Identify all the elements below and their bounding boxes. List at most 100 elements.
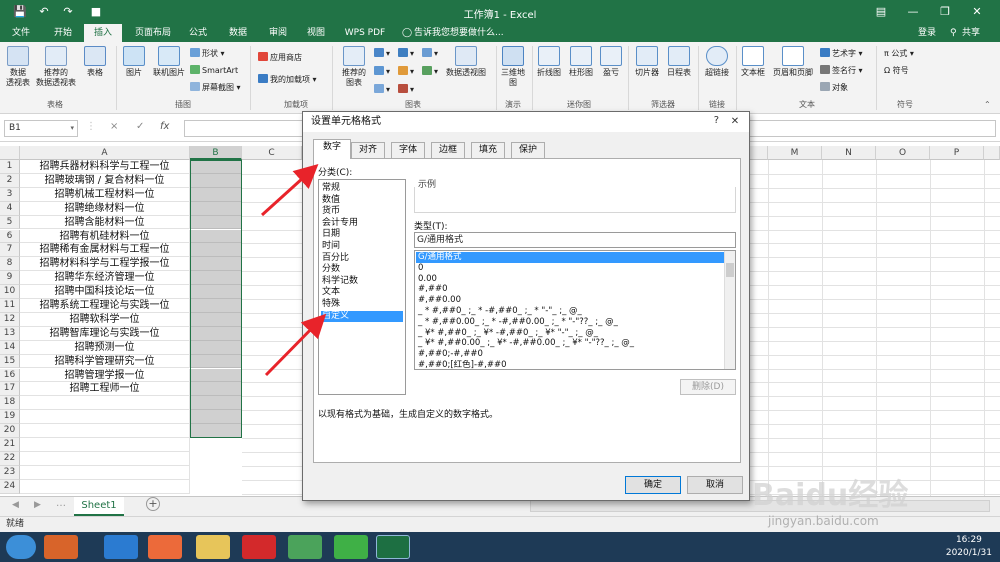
name-box[interactable]: B1 ▾ (4, 120, 78, 137)
tab-alignment[interactable]: 对齐 (351, 142, 385, 158)
type-item[interactable]: #,##0.00 (416, 295, 724, 306)
category-item[interactable]: 常规 (321, 183, 403, 195)
row-header[interactable]: 3 (0, 187, 20, 202)
cell-a[interactable]: 招聘系统工程理论与实践一位 (20, 299, 190, 313)
sogou-icon[interactable] (104, 535, 138, 559)
waterfall-chart-icon[interactable]: ▾ (422, 66, 438, 77)
browser-icon[interactable] (148, 535, 182, 559)
cell-a[interactable]: 招聘软科学一位 (20, 312, 190, 327)
category-item[interactable]: 数值 (321, 195, 403, 207)
app-green-icon[interactable] (288, 535, 322, 559)
online-picture-button[interactable]: 联机图片 (150, 46, 188, 78)
cell-b[interactable] (190, 201, 242, 216)
slicer-button[interactable]: 切片器 (632, 46, 662, 78)
tab-formulas[interactable]: 公式 (182, 24, 214, 42)
cell-b[interactable] (190, 187, 242, 202)
cell-a[interactable]: 招聘玻璃钢 / 复合材料一位 (20, 173, 190, 188)
category-list[interactable]: 常规 数值 货币 会计专用 日期 时间 百分比 分数 科学记数 文本 特殊 自定义 (318, 179, 406, 395)
sparkline-column-button[interactable]: 柱形图 (566, 46, 596, 78)
cell-a[interactable]: 招聘华东经济管理一位 (20, 271, 190, 286)
timeline-button[interactable]: 日程表 (664, 46, 694, 78)
cell-a[interactable] (20, 424, 190, 438)
enter-icon[interactable]: ✓ (136, 121, 144, 132)
add-sheet-icon[interactable]: + (146, 497, 160, 511)
store-button[interactable]: 应用商店 (258, 52, 302, 63)
scatter-chart-icon[interactable]: ▾ (374, 84, 390, 95)
screenshot-button[interactable]: 屏幕截图 ▾ (190, 82, 241, 93)
youdao-icon[interactable] (242, 535, 276, 559)
recommended-charts-button[interactable]: 推荐的 图表 (336, 46, 372, 88)
cell-b[interactable] (190, 160, 242, 174)
cell-a[interactable] (20, 410, 190, 425)
row-header[interactable]: 16 (0, 368, 20, 383)
share-button[interactable]: 共享 (962, 24, 980, 42)
shapes-button[interactable]: 形状 ▾ (190, 48, 225, 59)
tab-wps-pdf[interactable]: WPS PDF (340, 24, 390, 42)
type-item[interactable]: 0 (416, 263, 724, 274)
row-header[interactable]: 19 (0, 410, 20, 425)
row-header[interactable]: 2 (0, 173, 20, 188)
row-header[interactable]: 14 (0, 340, 20, 355)
tab-review[interactable]: 审阅 (262, 24, 294, 42)
category-item[interactable]: 货币 (321, 206, 403, 218)
more-sheets-icon[interactable]: … (56, 498, 66, 509)
cell-a[interactable]: 招聘兵器材料科学与工程一位 (20, 160, 190, 174)
close-icon[interactable]: ✕ (962, 2, 992, 22)
category-item[interactable]: 分数 (321, 264, 403, 276)
type-list[interactable]: #,##0;[红色]-#,##0 #,##0;-#,##0 _ ¥* #,##0.0… (414, 250, 736, 370)
chevron-down-icon[interactable]: ▾ (70, 121, 74, 136)
tell-me-input[interactable]: 告诉我您想要做什么... (414, 24, 504, 42)
cell-b[interactable] (190, 410, 242, 425)
signature-line-button[interactable]: 签名行 ▾ (820, 65, 863, 76)
start-icon[interactable] (6, 535, 36, 559)
row-header[interactable]: 11 (0, 299, 20, 313)
header-footer-button[interactable]: 页眉和页脚 (770, 46, 816, 78)
cell-b[interactable] (190, 173, 242, 188)
tab-file[interactable]: 文件 (6, 24, 36, 42)
recommended-pivot-button[interactable]: 推荐的 数据透视表 (34, 46, 78, 88)
column-header[interactable]: B (190, 146, 242, 160)
category-item[interactable]: 日期 (321, 229, 403, 241)
cell-a[interactable]: 招聘管理学报一位 (20, 368, 190, 383)
dialog-close-icon[interactable]: ✕ (724, 115, 746, 129)
cell-b[interactable] (190, 424, 242, 438)
wechat-icon[interactable] (334, 535, 368, 559)
cell-a[interactable] (20, 479, 190, 494)
cell-b[interactable] (190, 368, 242, 383)
scroll-thumb[interactable] (726, 263, 734, 277)
type-list-scrollbar[interactable] (724, 251, 735, 369)
cancel-button[interactable]: 取消 (687, 476, 743, 494)
picture-button[interactable]: 图片 (120, 46, 148, 78)
row-header[interactable]: 4 (0, 201, 20, 216)
smartart-button[interactable]: SmartArt (190, 65, 238, 76)
cell-b[interactable] (190, 326, 242, 341)
type-item[interactable]: 0.00 (416, 274, 724, 285)
cancel-icon[interactable]: × (110, 121, 118, 132)
hyperlink-button[interactable]: 超链接 (702, 46, 732, 78)
sheet-tab-sheet1[interactable]: Sheet1 (74, 497, 124, 516)
wordart-button[interactable]: 艺术字 ▾ (820, 48, 863, 59)
ok-button[interactable]: 确定 (625, 476, 681, 494)
category-item[interactable]: 会计专用 (321, 218, 403, 230)
line-chart-icon[interactable]: ▾ (374, 66, 390, 77)
category-item[interactable]: 自定义 (321, 310, 403, 323)
cell-b[interactable] (190, 285, 242, 299)
row-header[interactable]: 9 (0, 271, 20, 286)
cell-a[interactable]: 招聘含能材料一位 (20, 215, 190, 230)
row-header[interactable]: 23 (0, 465, 20, 480)
cell-a[interactable]: 招聘中国科技论坛一位 (20, 285, 190, 299)
column-header[interactable]: A (20, 146, 190, 160)
scroll-left-icon[interactable]: ◀ (12, 500, 19, 510)
tab-fill[interactable]: 填充 (471, 142, 505, 158)
object-button[interactable]: 对象 (820, 82, 848, 93)
ribbon-display-icon[interactable]: ▤ (866, 2, 896, 22)
cell-a[interactable]: 招聘绝缘材料一位 (20, 201, 190, 216)
tab-home[interactable]: 开始 (46, 24, 80, 42)
cell-b[interactable] (190, 396, 242, 411)
cell-b[interactable] (190, 271, 242, 286)
tab-border[interactable]: 边框 (431, 142, 465, 158)
tab-data[interactable]: 数据 (222, 24, 254, 42)
cell-a[interactable]: 招聘有机硅材料一位 (20, 229, 190, 244)
cell-b[interactable] (190, 382, 242, 397)
sparkline-winloss-button[interactable]: 盈亏 (598, 46, 624, 78)
